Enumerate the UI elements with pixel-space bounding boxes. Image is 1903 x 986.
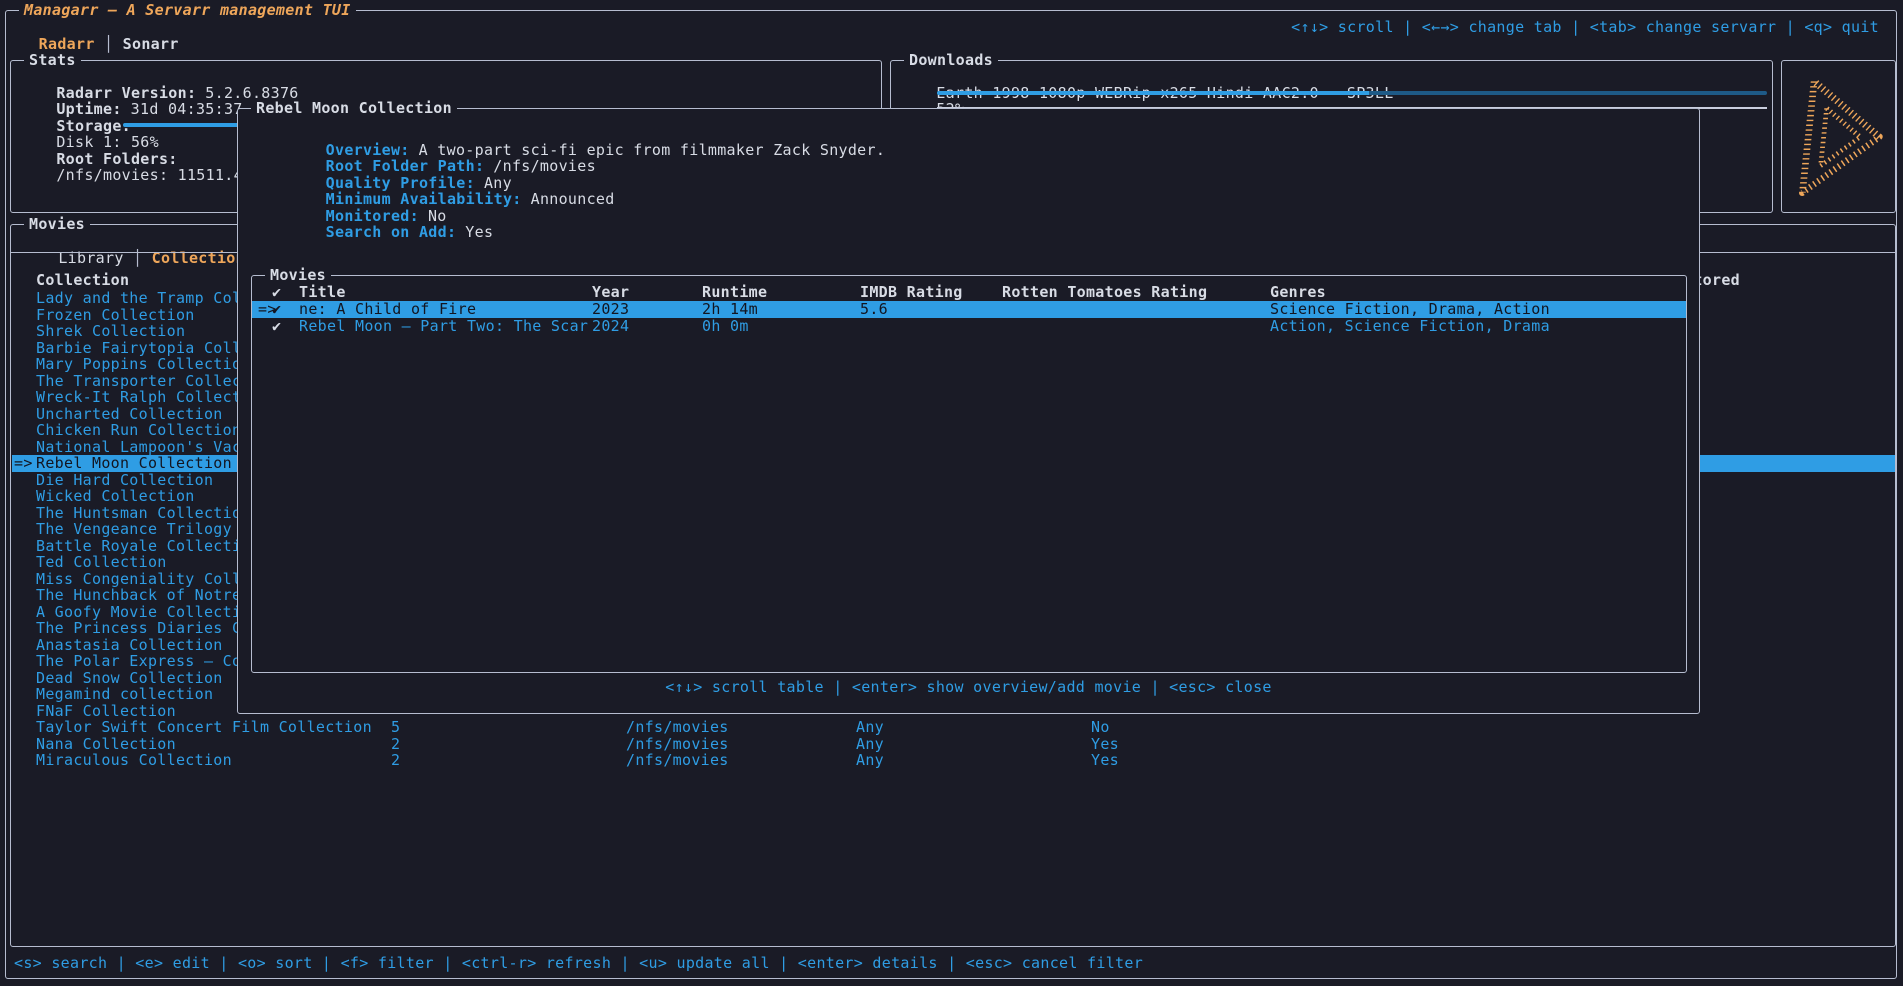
- col-rotten-tomatoes-rating: Rotten Tomatoes Rating: [1002, 284, 1207, 301]
- detail-field-value: Yes: [465, 223, 493, 241]
- download-progress-gauge-track: [1369, 91, 1767, 95]
- bottom-keybinds: <s> search | <e> edit | <o> sort | <f> f…: [14, 955, 1143, 972]
- download-progress-gauge: [937, 91, 1767, 95]
- collection-name: Dead Snow Collection: [36, 670, 223, 687]
- movie-runtime: 0h 0m: [702, 318, 749, 335]
- detail-field: Monitored:No: [251, 191, 1681, 208]
- download-progress-gauge-fill: [937, 91, 1369, 95]
- col-year: Year: [592, 284, 629, 301]
- uptime-value: 31d 04:35:37: [131, 100, 243, 118]
- col-runtime: Runtime: [702, 284, 767, 301]
- col-check: ✔: [272, 284, 281, 301]
- collection-root-folder: /nfs/movies: [626, 719, 729, 736]
- detail-field: Overview:A two-part sci-fi epic from fil…: [251, 125, 1681, 142]
- collection-name: Rebel Moon Collection: [36, 455, 232, 472]
- detail-field: Quality Profile:Any: [251, 158, 1681, 175]
- collection-name: The Vengeance Trilogy: [36, 521, 232, 538]
- tab-radarr[interactable]: Radarr: [39, 35, 95, 53]
- detail-field: Root Folder Path:/nfs/movies: [251, 142, 1681, 159]
- movie-row[interactable]: ✔ Rebel Moon – Part Two: The Scar 2024 0…: [252, 318, 1686, 335]
- collection-name: Shrek Collection: [36, 323, 185, 340]
- collection-row[interactable]: Nana Collection 2 /nfs/movies Any Yes: [12, 736, 1895, 753]
- modal-movies-table: Movies ✔ Title Year Runtime IMDB Rating …: [251, 275, 1687, 673]
- collection-quality-profile: Any: [856, 752, 884, 769]
- collection-name: Wreck-It Ralph Collection: [36, 389, 269, 406]
- modal-title: Rebel Moon Collection: [251, 100, 457, 117]
- collection-search-on-add: Yes: [1091, 736, 1119, 753]
- collection-name: Nana Collection: [36, 736, 176, 753]
- movie-title: ne: A Child of Fire: [299, 301, 476, 318]
- collection-name: The Huntsman Collection: [36, 505, 251, 522]
- movie-runtime: 2h 14m: [702, 301, 758, 318]
- logo-panel: [1781, 60, 1896, 213]
- collection-search-on-add: No: [1091, 719, 1110, 736]
- modal-fields: Overview:A two-part sci-fi epic from fil…: [251, 125, 1681, 224]
- collection-name: Uncharted Collection: [36, 406, 223, 423]
- col-collection: Collection: [36, 272, 129, 289]
- managarr-logo-icon: [1784, 71, 1894, 203]
- collection-name: Anastasia Collection: [36, 637, 223, 654]
- collection-movie-count: 5: [391, 719, 400, 736]
- collection-name: Taylor Swift Concert Film Collection: [36, 719, 372, 736]
- top-keybinds: <↑↓> scroll | <←→> change tab | <tab> ch…: [1291, 19, 1879, 36]
- collection-root-folder: /nfs/movies: [626, 736, 729, 753]
- checkmark-icon: ✔: [272, 318, 281, 335]
- collection-movie-count: 2: [391, 752, 400, 769]
- collection-quality-profile: Any: [856, 736, 884, 753]
- collection-name: Frozen Collection: [36, 307, 195, 324]
- movie-year: 2024: [592, 318, 629, 335]
- collection-name: Miraculous Collection: [36, 752, 232, 769]
- col-genres: Genres: [1270, 284, 1326, 301]
- modal-movies-header-row: ✔ Title Year Runtime IMDB Rating Rotten …: [252, 284, 1686, 301]
- collection-name: Chicken Run Collection: [36, 422, 241, 439]
- movie-genres: Action, Science Fiction, Drama: [1270, 318, 1550, 335]
- collection-name: Die Hard Collection: [36, 472, 213, 489]
- collection-name: Mary Poppins Collection: [36, 356, 251, 373]
- collection-name: FNaF Collection: [36, 703, 176, 720]
- stats-panel-title: Stats: [24, 52, 81, 69]
- collection-name: Ted Collection: [36, 554, 167, 571]
- modal-movies-table-title: Movies: [265, 267, 331, 284]
- checkmark-icon: ✔: [272, 301, 281, 318]
- selection-arrow: =>: [14, 455, 33, 472]
- collection-name: Battle Royale Collection: [36, 538, 260, 555]
- collection-name: A Goofy Movie Collection: [36, 604, 260, 621]
- modal-keybinds: <↑↓> scroll table | <enter> show overvie…: [238, 679, 1699, 696]
- movie-title: Rebel Moon – Part Two: The Scar: [299, 318, 588, 335]
- collection-quality-profile: Any: [856, 719, 884, 736]
- movie-year: 2023: [592, 301, 629, 318]
- collection-root-folder: /nfs/movies: [626, 752, 729, 769]
- movie-imdb-rating: 5.6: [860, 301, 888, 318]
- collection-details-modal: Rebel Moon Collection Overview:A two-par…: [237, 108, 1700, 714]
- collection-row[interactable]: Taylor Swift Concert Film Collection 5 /…: [12, 719, 1895, 736]
- movies-panel-title: Movies: [24, 216, 90, 233]
- collection-name: Megamind collection: [36, 686, 213, 703]
- app-title: Managarr – A Servarr management TUI: [19, 2, 356, 19]
- detail-field-label: Search on Add:: [326, 223, 457, 241]
- detail-field: Minimum Availability:Announced: [251, 175, 1681, 192]
- tab-separator: │: [95, 35, 123, 53]
- downloads-panel-title: Downloads: [904, 52, 998, 69]
- modal-movies-rows: => ✔ ne: A Child of Fire 2023 2h 14m 5.6…: [252, 301, 1686, 334]
- servarr-tabs: Radarr │ Sonarr: [20, 19, 179, 52]
- collection-row[interactable]: Miraculous Collection 2 /nfs/movies Any …: [12, 752, 1895, 769]
- col-title: Title: [299, 284, 346, 301]
- collection-name: Wicked Collection: [36, 488, 195, 505]
- collection-search-on-add: Yes: [1091, 752, 1119, 769]
- movie-row[interactable]: => ✔ ne: A Child of Fire 2023 2h 14m 5.6…: [252, 301, 1686, 318]
- collection-movie-count: 2: [391, 736, 400, 753]
- col-imdb-rating: IMDB Rating: [860, 284, 963, 301]
- detail-field: Search on Add:Yes: [251, 208, 1681, 225]
- tab-sonarr[interactable]: Sonarr: [123, 35, 179, 53]
- movie-genres: Science Fiction, Drama, Action: [1270, 301, 1550, 318]
